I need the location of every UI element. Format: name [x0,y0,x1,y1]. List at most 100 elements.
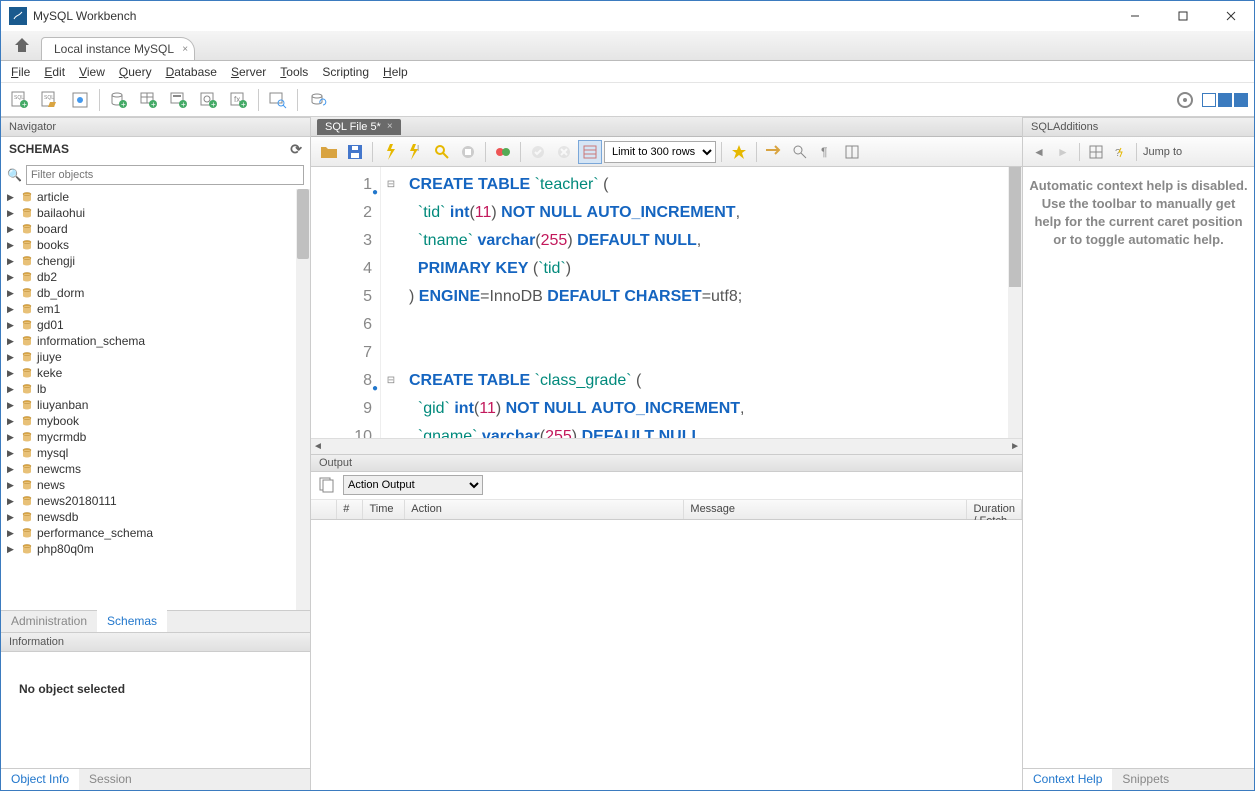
fold-toggle[interactable]: ⊟ [381,367,401,395]
schema-item[interactable]: ▶information_schema [1,333,310,349]
schema-item[interactable]: ▶mybook [1,413,310,429]
auto-help-icon[interactable]: ? [1110,142,1130,162]
forward-icon[interactable]: ► [1053,142,1073,162]
schema-item[interactable]: ▶gd01 [1,317,310,333]
expand-icon[interactable]: ▶ [7,544,17,555]
scroll-left-icon[interactable]: ◄ [313,441,323,452]
expand-icon[interactable]: ▶ [7,192,17,203]
schema-list[interactable]: ▶article▶bailaohui▶board▶books▶chengji▶d… [1,189,310,610]
schema-item[interactable]: ▶db2 [1,269,310,285]
toggle-left-panel[interactable] [1202,93,1216,107]
schema-item[interactable]: ▶keke [1,365,310,381]
scroll-right-icon[interactable]: ► [1010,441,1020,452]
output-select[interactable]: Action Output [343,475,483,495]
expand-icon[interactable]: ▶ [7,288,17,299]
close-button[interactable] [1216,4,1246,28]
expand-icon[interactable]: ▶ [7,224,17,235]
refresh-icon[interactable]: ⟳ [290,141,302,158]
col-idx[interactable]: # [337,500,363,519]
schema-item[interactable]: ▶jiuye [1,349,310,365]
back-icon[interactable]: ◄ [1029,142,1049,162]
toggle-bottom-panel[interactable] [1218,93,1232,107]
save-file-icon[interactable] [343,140,367,164]
commit-icon[interactable] [526,140,550,164]
create-table-icon[interactable]: + [136,87,162,113]
expand-icon[interactable]: ▶ [7,400,17,411]
menu-edit[interactable]: Edit [44,65,65,79]
menu-tools[interactable]: Tools [280,65,308,79]
editor-body[interactable]: 1●2345678●9101112 ⊟⊟ CREATE TABLE `teach… [311,167,1022,438]
snippets-panel-icon[interactable] [840,140,864,164]
schema-item[interactable]: ▶performance_schema [1,525,310,541]
maximize-button[interactable] [1168,4,1198,28]
expand-icon[interactable]: ▶ [7,336,17,347]
inspector-icon[interactable] [67,87,93,113]
jump-to-label[interactable]: Jump to [1143,146,1182,158]
rollback-icon[interactable] [552,140,576,164]
tab-context-help[interactable]: Context Help [1023,769,1112,790]
schema-item[interactable]: ▶mysql [1,445,310,461]
execute-current-icon[interactable]: I [404,140,428,164]
schema-item[interactable]: ▶newsdb [1,509,310,525]
close-icon[interactable]: × [387,121,393,132]
settings-gear-icon[interactable] [1172,87,1198,113]
schema-item[interactable]: ▶db_dorm [1,285,310,301]
fold-toggle[interactable] [381,395,401,423]
schema-item[interactable]: ▶board [1,221,310,237]
minimize-button[interactable] [1120,4,1150,28]
expand-icon[interactable]: ▶ [7,416,17,427]
fold-toggle[interactable] [381,339,401,367]
schema-item[interactable]: ▶php80q0m [1,541,310,557]
fold-toggle[interactable] [381,227,401,255]
expand-icon[interactable]: ▶ [7,384,17,395]
help-target-icon[interactable] [1086,142,1106,162]
expand-icon[interactable]: ▶ [7,304,17,315]
expand-icon[interactable]: ▶ [7,464,17,475]
expand-icon[interactable]: ▶ [7,480,17,491]
schema-item[interactable]: ▶books [1,237,310,253]
execute-icon[interactable] [378,140,402,164]
menu-database[interactable]: Database [166,65,217,79]
menu-file[interactable]: File [11,65,30,79]
schema-item[interactable]: ▶chengji [1,253,310,269]
expand-icon[interactable]: ▶ [7,208,17,219]
find-replace-icon[interactable] [762,140,786,164]
schema-item[interactable]: ▶news [1,477,310,493]
schema-item[interactable]: ▶lb [1,381,310,397]
beautify-icon[interactable] [727,140,751,164]
schema-item[interactable]: ▶liuyanban [1,397,310,413]
menu-view[interactable]: View [79,65,105,79]
editor-tab[interactable]: SQL File 5* × [317,119,401,135]
tab-snippets[interactable]: Snippets [1112,769,1179,790]
expand-icon[interactable]: ▶ [7,512,17,523]
editor-vscrollbar[interactable] [1008,167,1022,438]
filter-input[interactable] [26,165,304,185]
schema-item[interactable]: ▶mycrmdb [1,429,310,445]
create-schema-icon[interactable]: + [106,87,132,113]
new-sql-tab-icon[interactable]: SQL+ [7,87,33,113]
expand-icon[interactable]: ▶ [7,352,17,363]
col-message[interactable]: Message [684,500,967,519]
open-sql-icon[interactable]: SQL [37,87,63,113]
col-duration[interactable]: Duration / Fetch [967,500,1022,519]
expand-icon[interactable]: ▶ [7,240,17,251]
stop-icon[interactable] [456,140,480,164]
expand-icon[interactable]: ▶ [7,432,17,443]
wrap-icon[interactable]: ¶ [814,140,838,164]
menu-query[interactable]: Query [119,65,152,79]
fold-toggle[interactable]: ⊟ [381,171,401,199]
col-time[interactable]: Time [363,500,405,519]
tab-object-info[interactable]: Object Info [1,769,79,790]
search-table-data-icon[interactable] [265,87,291,113]
expand-icon[interactable]: ▶ [7,528,17,539]
fold-toggle[interactable] [381,423,401,438]
toggle-right-panel[interactable] [1234,93,1248,107]
close-icon[interactable]: × [182,44,188,55]
schema-item[interactable]: ▶article [1,189,310,205]
limit-select[interactable]: Limit to 300 rows [604,141,716,163]
toggle-limit-icon[interactable] [578,140,602,164]
col-action[interactable]: Action [405,500,684,519]
tab-schemas[interactable]: Schemas [97,610,167,632]
create-function-icon[interactable]: fx+ [226,87,252,113]
schema-item[interactable]: ▶bailaohui [1,205,310,221]
